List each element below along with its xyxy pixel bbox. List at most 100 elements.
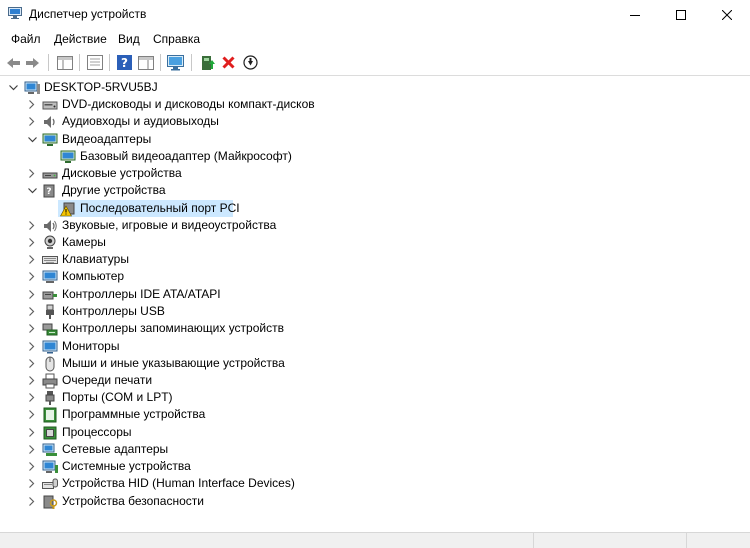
tree-item-label: Звуковые, игровые и видеоустройства — [62, 218, 277, 232]
tree-item-print-queues[interactable]: Очереди печати — [0, 372, 360, 389]
scan-hardware-button[interactable] — [167, 54, 184, 71]
tree-item-monitors[interactable]: Мониторы — [0, 338, 360, 355]
tree-item-network-adapters[interactable]: Сетевые адаптеры — [0, 441, 360, 458]
chevron-right-icon[interactable] — [27, 234, 37, 251]
device-manager-icon — [8, 7, 22, 19]
forward-button[interactable] — [24, 54, 41, 71]
menu-bar: Файл Действие Вид Справка — [0, 29, 750, 49]
chevron-right-icon[interactable] — [27, 406, 37, 423]
tree-item-software-devices[interactable]: Программные устройства — [0, 406, 360, 423]
device-tree[interactable]: DESKTOP-5RVU5BJ DVD-дисководы и дисковод… — [0, 77, 750, 532]
chevron-right-icon[interactable] — [27, 113, 37, 130]
camera-icon — [44, 235, 56, 249]
tree-item-mice[interactable]: Мыши и иные указывающие устройства — [0, 355, 360, 372]
close-icon — [722, 9, 732, 20]
chevron-right-icon[interactable] — [27, 355, 37, 372]
toolbar-separator — [109, 54, 110, 71]
tree-item-other-devices[interactable]: ? Другие устройства — [0, 182, 360, 199]
chevron-right-icon[interactable] — [27, 441, 37, 458]
tree-item-hid-devices[interactable]: Устройства HID (Human Interface Devices) — [0, 475, 360, 492]
chevron-down-icon[interactable] — [27, 182, 37, 199]
svg-text:?: ? — [121, 56, 128, 70]
status-bar-divider — [686, 533, 687, 548]
menu-file[interactable]: Файл — [11, 32, 41, 46]
dvd-drive-icon — [42, 101, 58, 110]
disable-device-button[interactable] — [242, 54, 259, 71]
show-hide-console-tree-button[interactable] — [56, 54, 73, 71]
chevron-down-icon[interactable] — [8, 79, 18, 96]
chevron-right-icon[interactable] — [27, 475, 37, 492]
tree-item-cameras[interactable]: Камеры — [0, 234, 360, 251]
computer-icon — [42, 270, 58, 283]
minimize-button[interactable] — [612, 0, 658, 29]
tree-item-basic-display-adapter[interactable]: Базовый видеоадаптер (Майкрософт) — [0, 148, 360, 165]
chevron-right-icon[interactable] — [27, 493, 37, 510]
tree-item-dvd[interactable]: DVD-дисководы и дисководы компакт-дисков — [0, 96, 360, 113]
menu-action[interactable]: Действие — [54, 32, 107, 46]
tree-item-security-devices[interactable]: Устройства безопасности — [0, 493, 360, 510]
menu-view[interactable]: Вид — [118, 32, 140, 46]
tree-item-ide-controllers[interactable]: Контроллеры IDE ATA/ATAPI — [0, 286, 360, 303]
chevron-right-icon[interactable] — [27, 338, 37, 355]
chevron-down-icon[interactable] — [27, 131, 37, 148]
tree-item-label: Контроллеры IDE ATA/ATAPI — [62, 287, 221, 301]
tree-item-ports[interactable]: Порты (COM и LPT) — [0, 389, 360, 406]
tree-item-label: Аудиовходы и аудиовыходы — [62, 114, 219, 128]
download-circle-icon — [243, 55, 258, 70]
action-pane-icon — [137, 55, 154, 70]
tree-item-computer[interactable]: Компьютер — [0, 268, 360, 285]
window-title: Диспетчер устройств — [29, 7, 147, 21]
chevron-right-icon[interactable] — [27, 286, 37, 303]
svg-text:?: ? — [46, 187, 51, 197]
arrow-left-icon — [7, 57, 20, 68]
chevron-right-icon[interactable] — [27, 96, 37, 113]
tree-item-label: DVD-дисководы и дисководы компакт-дисков — [62, 97, 315, 111]
maximize-button[interactable] — [658, 0, 704, 29]
chevron-right-icon[interactable] — [27, 389, 37, 406]
tree-item-label: Базовый видеоадаптер (Майкрософт) — [80, 149, 292, 163]
tree-item-sound-devices[interactable]: Звуковые, игровые и видеоустройства — [0, 217, 360, 234]
chevron-right-icon[interactable] — [27, 372, 37, 389]
toolbar-separator — [48, 54, 49, 71]
action-pane-button[interactable] — [137, 54, 154, 71]
chevron-right-icon[interactable] — [27, 251, 37, 268]
chevron-right-icon[interactable] — [27, 424, 37, 441]
chevron-right-icon[interactable] — [27, 268, 37, 285]
tree-item-audio-io[interactable]: Аудиовходы и аудиовыходы — [0, 113, 360, 130]
system-device-icon — [42, 460, 58, 473]
tree-item-pci-serial-port[interactable]: Последовательный порт PCI — [58, 200, 240, 217]
tree-item-label: Контроллеры запоминающих устройств — [62, 321, 284, 335]
processor-icon — [43, 426, 57, 440]
tree-item-keyboards[interactable]: Клавиатуры — [0, 251, 360, 268]
tree-item-storage-controllers[interactable]: Контроллеры запоминающих устройств — [0, 320, 360, 337]
tree-item-label: Последовательный порт PCI — [80, 201, 240, 215]
close-button[interactable] — [704, 0, 750, 29]
tree-item-system-devices[interactable]: Системные устройства — [0, 458, 360, 475]
chevron-right-icon[interactable] — [27, 320, 37, 337]
title-bar: Диспетчер устройств — [0, 0, 750, 29]
menu-help[interactable]: Справка — [153, 32, 200, 46]
display-adapter-icon — [42, 133, 58, 146]
back-button[interactable] — [5, 54, 22, 71]
toolbar-separator — [191, 54, 192, 71]
chevron-right-icon[interactable] — [27, 165, 37, 182]
tree-item-display-adapters[interactable]: Видеоадаптеры — [0, 131, 360, 148]
tree-item-label: Программные устройства — [62, 407, 206, 421]
tree-item-label: Компьютер — [62, 269, 125, 283]
tree-item-disk-drives[interactable]: Дисковые устройства — [0, 165, 360, 182]
tree-item-processors[interactable]: Процессоры — [0, 424, 360, 441]
update-driver-button[interactable] — [199, 54, 216, 71]
properties-button[interactable] — [86, 54, 103, 71]
chevron-right-icon[interactable] — [27, 217, 37, 234]
tree-root-row[interactable]: DESKTOP-5RVU5BJ — [0, 79, 300, 96]
tree-item-label: Устройства безопасности — [62, 494, 204, 508]
help-button[interactable]: ? — [116, 54, 133, 71]
monitor-icon — [42, 340, 58, 354]
mouse-icon — [45, 356, 55, 372]
chevron-right-icon[interactable] — [27, 303, 37, 320]
chevron-right-icon[interactable] — [27, 458, 37, 475]
uninstall-device-button[interactable] — [220, 54, 237, 71]
tree-item-usb-controllers[interactable]: Контроллеры USB — [0, 303, 360, 320]
sound-icon — [44, 220, 57, 232]
tree-item-label: Системные устройства — [62, 459, 191, 473]
